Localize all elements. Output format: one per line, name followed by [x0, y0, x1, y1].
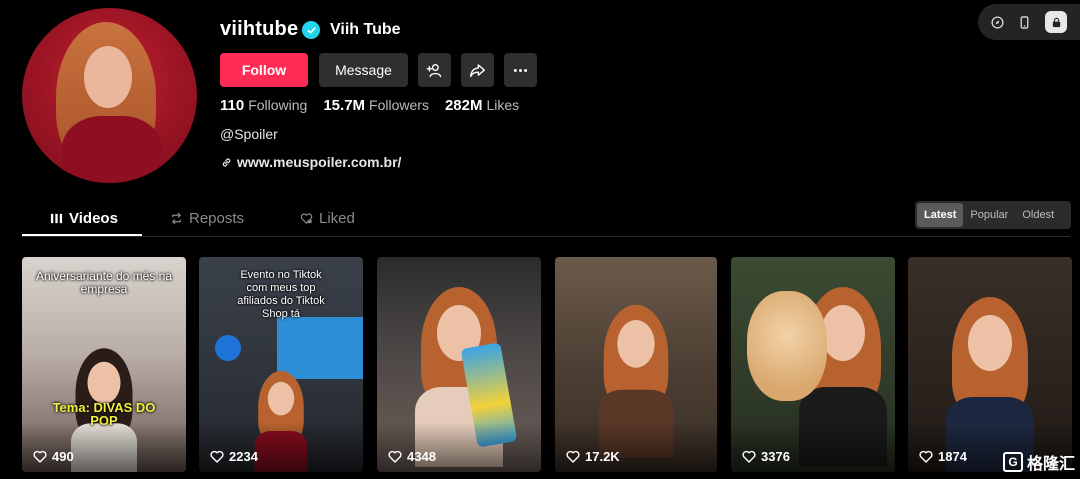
video-view-count: 490 [52, 449, 74, 464]
watermark: G 格隆汇 [1003, 450, 1075, 474]
avatar-dress [62, 116, 162, 183]
likes-stat: 282M Likes [445, 97, 519, 115]
add-user-button[interactable] [418, 53, 451, 87]
video-view-count: 4348 [407, 449, 436, 464]
video-card[interactable]: 1874 [908, 257, 1072, 472]
following-label: Following [248, 97, 308, 113]
message-button[interactable]: Message [319, 53, 408, 87]
video-card[interactable]: Evento no Tiktok com meus top afiliados … [199, 257, 363, 472]
profile-nickname: Viih Tube [330, 21, 401, 38]
heart-icon [919, 450, 933, 463]
tab-videos[interactable]: Videos [50, 200, 118, 236]
profile-avatar[interactable] [22, 8, 197, 183]
verified-badge-icon [302, 21, 320, 39]
phone-icon[interactable] [1018, 15, 1031, 29]
video-view-count: 3376 [761, 449, 790, 464]
compass-icon[interactable] [991, 15, 1004, 29]
video-view-count: 2234 [229, 449, 258, 464]
heart-icon [566, 450, 580, 463]
profile-tabs: Videos Reposts Liked [22, 200, 1070, 237]
heart-icon [210, 450, 224, 463]
lock-icon [1052, 17, 1060, 27]
video-views: 1874 [919, 449, 967, 464]
sort-oldest-button[interactable]: Oldest [1015, 203, 1061, 227]
heart-icon [33, 450, 47, 463]
repost-icon [172, 212, 181, 224]
video-views: 4348 [388, 449, 436, 464]
tab-videos-label: Videos [69, 209, 118, 227]
sort-popular-button[interactable]: Popular [963, 203, 1015, 227]
watermark-text: 格隆汇 [1027, 456, 1076, 473]
logo-badge-icon [215, 335, 241, 361]
profile-link[interactable]: www.meuspoiler.com.br/ [221, 154, 401, 170]
lock-button[interactable] [1045, 11, 1067, 33]
profile-username: viihtube [220, 18, 299, 40]
sort-latest-button[interactable]: Latest [917, 203, 964, 227]
video-caption-top: Evento no Tiktok com meus top afiliados … [237, 269, 325, 320]
video-view-count: 17.2K [585, 449, 620, 464]
tab-active-underline [22, 234, 142, 236]
followers-stat[interactable]: 15.7M Followers [323, 97, 429, 115]
tab-reposts[interactable]: Reposts [170, 200, 244, 236]
video-card[interactable]: 3376 [731, 257, 895, 472]
heart-lock-icon [300, 212, 313, 224]
watermark-logo: G [1003, 452, 1023, 472]
profile-bio: @Spoiler [220, 126, 278, 142]
tab-reposts-label: Reposts [189, 209, 245, 227]
following-count: 110 [220, 97, 245, 114]
grid-icon [50, 213, 63, 223]
share-icon [470, 63, 485, 77]
video-view-count: 1874 [938, 449, 967, 464]
video-views: 2234 [210, 449, 258, 464]
followers-label: Followers [369, 97, 429, 113]
video-views: 3376 [742, 449, 790, 464]
share-button[interactable] [461, 53, 494, 87]
heart-icon [742, 450, 756, 463]
following-stat[interactable]: 110 Following [220, 97, 307, 115]
likes-label: Likes [486, 97, 520, 113]
avatar-face [84, 46, 132, 108]
link-icon [222, 158, 231, 166]
tab-liked-label: Liked [319, 209, 355, 227]
top-toolbar [978, 4, 1080, 40]
video-card[interactable]: 17.2K [555, 257, 717, 472]
video-views: 17.2K [566, 449, 620, 464]
heart-icon [388, 450, 402, 463]
tab-liked[interactable]: Liked [300, 200, 355, 236]
more-button[interactable] [504, 53, 537, 87]
followers-count: 15.7M [323, 97, 366, 114]
profile-link-text[interactable]: www.meuspoiler.com.br/ [237, 154, 401, 170]
video-views: 490 [33, 449, 74, 464]
profile-stats: 110 Following 15.7M Followers 282M Likes [220, 97, 519, 115]
sort-segmented-control: Latest Popular Oldest [915, 201, 1071, 229]
video-card[interactable]: 4348 [377, 257, 541, 472]
add-user-icon [426, 63, 442, 77]
more-icon [513, 68, 528, 72]
dog [747, 291, 827, 401]
video-card[interactable]: Aniversariante do mês na empresa Tema: D… [22, 257, 186, 472]
follow-button[interactable]: Follow [220, 53, 308, 87]
likes-count: 282M [444, 97, 483, 114]
screen-panel [277, 317, 363, 379]
video-caption-top: Aniversariante do mês na empresa [35, 269, 173, 296]
